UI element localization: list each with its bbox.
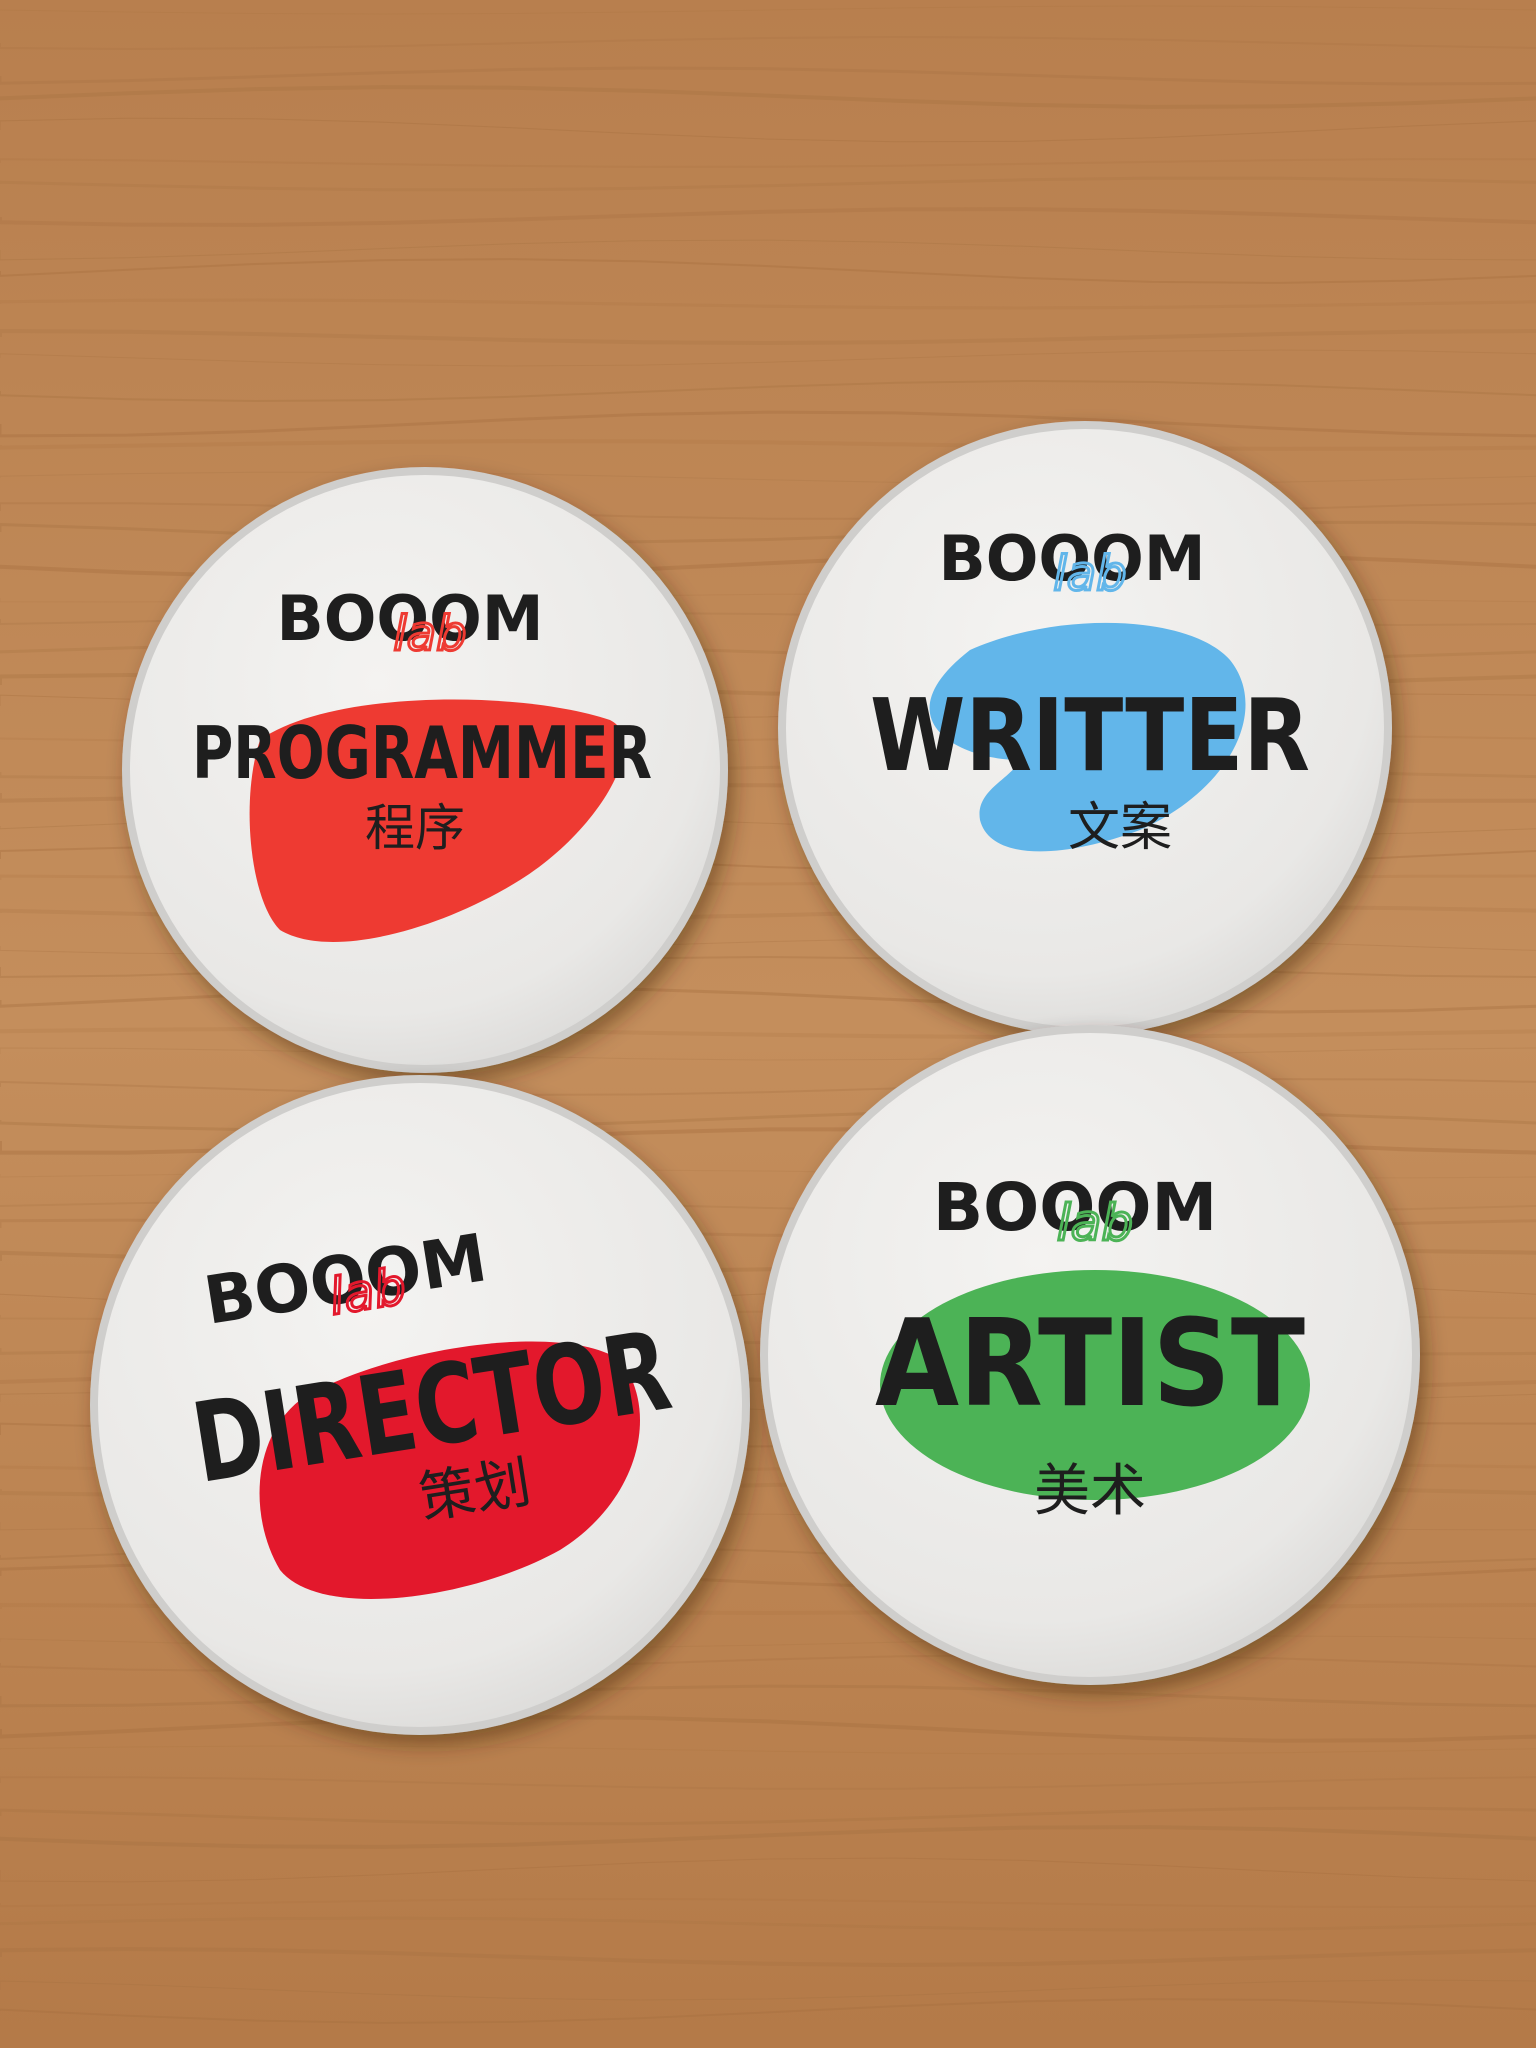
badge-artist: BOOOM lab ARTIST 美术 bbox=[760, 1025, 1420, 1685]
badge-programmer: BOOOM lab PROGRAMMER 程序 bbox=[122, 467, 728, 1073]
brand-script: lab bbox=[325, 1257, 409, 1326]
role-title: WRITTER bbox=[870, 677, 1310, 794]
photo-scene: BOOOM lab PROGRAMMER 程序 BOOOM lab WRITTE… bbox=[0, 0, 1536, 2048]
role-title-cn: 文案 bbox=[1068, 798, 1172, 858]
role-title-cn: 美术 bbox=[1034, 1459, 1146, 1524]
role-title-cn: 程序 bbox=[365, 799, 465, 857]
badge-writter: BOOOM lab WRITTER 文案 bbox=[778, 421, 1392, 1035]
brand-script: lab bbox=[1057, 1194, 1133, 1252]
role-title: PROGRAMMER bbox=[192, 711, 652, 795]
badge-director: BOOOM lab DIRECTOR 策划 bbox=[90, 1075, 750, 1735]
brand-script: lab bbox=[1053, 546, 1126, 602]
brand-script: lab bbox=[393, 606, 466, 662]
role-title: ARTIST bbox=[875, 1295, 1305, 1434]
